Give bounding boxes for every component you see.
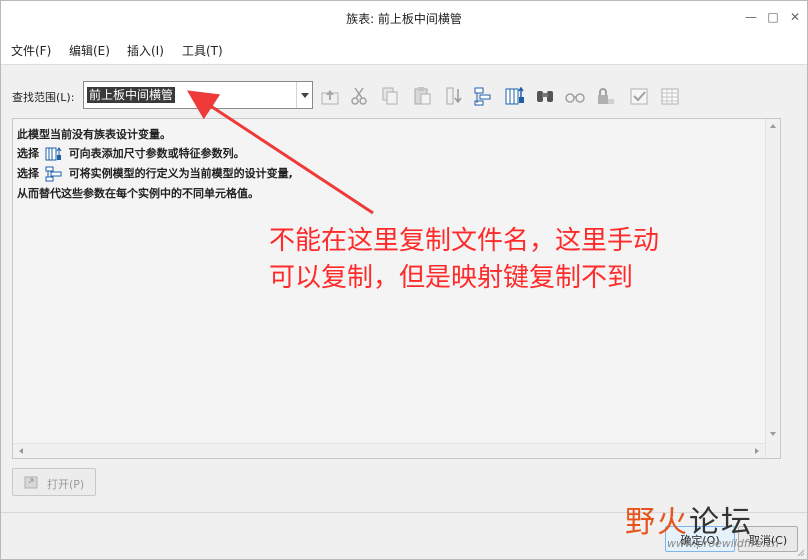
open-icon [24, 476, 38, 489]
watermark-part1: 野火 [625, 505, 689, 540]
watermark-logo: 野火论坛 [625, 497, 753, 541]
watermark-part2: 论坛 [689, 505, 753, 540]
open-button[interactable]: 打开(P) [12, 468, 96, 496]
annotation-text: 不能在这里复制文件名，这里手动 可以复制，但是映射键复制不到 [269, 223, 659, 297]
annotation-line2: 可以复制，但是映射键复制不到 [269, 263, 634, 293]
watermark-url: www.proewildfire.cn [667, 537, 779, 550]
open-button-label: 打开(P) [47, 478, 85, 491]
resize-grip-icon[interactable] [795, 547, 805, 557]
family-table-dialog: 族表: 前上板中间横管 — □ ✕ 文件(F) 编辑(E) 插入(I) 工具(T… [0, 0, 808, 560]
annotation-line1: 不能在这里复制文件名，这里手动 [269, 226, 660, 256]
